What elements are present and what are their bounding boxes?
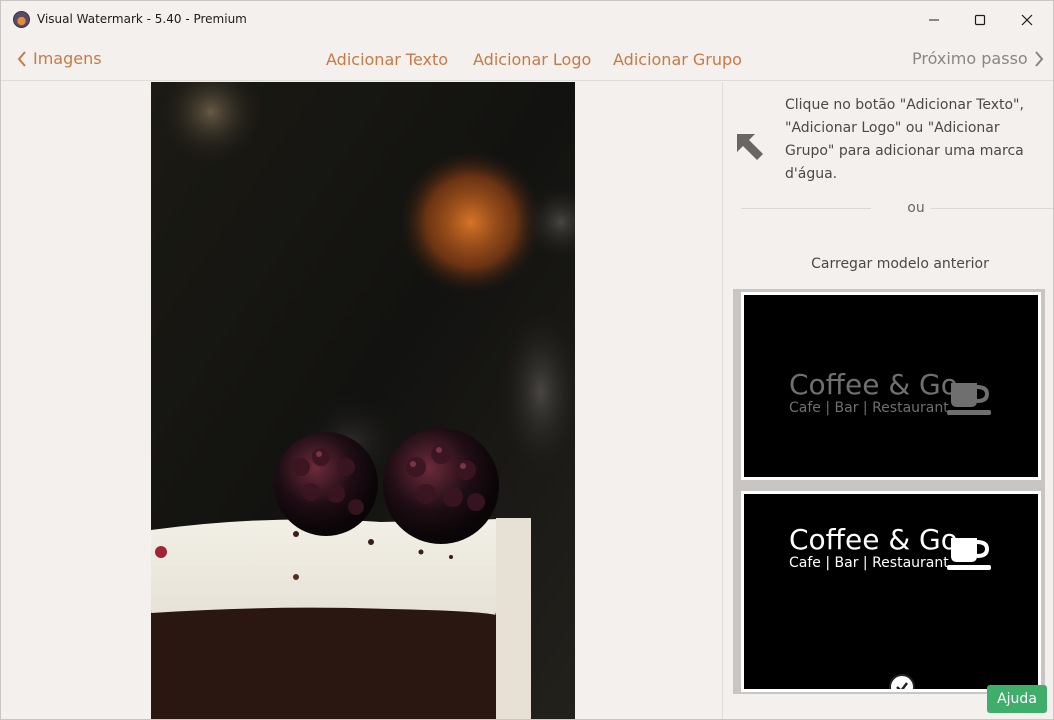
next-step-button[interactable]: Próximo passo — [912, 49, 1044, 68]
close-button[interactable] — [1004, 1, 1050, 39]
selected-check-icon — [889, 674, 915, 689]
template-item-selected[interactable]: Coffee & Go Cafe | Bar | Restaurant — [741, 491, 1041, 692]
app-logo-icon — [13, 11, 30, 28]
add-text-button[interactable]: Adicionar Texto — [326, 50, 448, 69]
back-label: Imagens — [33, 49, 102, 68]
template-subtitle: Cafe | Bar | Restaurant — [789, 400, 949, 416]
cake-photo-image — [151, 82, 575, 719]
coffee-cup-icon — [947, 538, 991, 570]
minimize-icon — [929, 19, 939, 21]
template-list[interactable]: Coffee & Go Cafe | Bar | Restaurant Coff… — [733, 289, 1045, 694]
or-divider: ou — [741, 198, 1053, 218]
template-brand: Coffee & Go — [789, 368, 958, 401]
title-bar: Visual Watermark - 5.40 - Premium — [1, 1, 1053, 39]
back-to-images-link[interactable]: Imagens — [17, 49, 102, 68]
load-template-label: Carregar modelo anterior — [811, 256, 989, 272]
minimize-button[interactable] — [911, 1, 957, 39]
canvas-area[interactable] — [1, 82, 722, 719]
app-window: Visual Watermark - 5.40 - Premium Imagen… — [0, 0, 1054, 720]
arrow-up-left-icon — [733, 130, 767, 168]
chevron-left-icon — [17, 50, 26, 67]
add-group-button[interactable]: Adicionar Grupo — [613, 50, 742, 69]
coffee-cup-icon — [947, 383, 991, 415]
template-item[interactable]: Coffee & Go Cafe | Bar | Restaurant — [741, 292, 1041, 480]
add-logo-button[interactable]: Adicionar Logo — [473, 50, 591, 69]
template-brand: Coffee & Go — [789, 523, 958, 556]
photo-preview[interactable] — [151, 82, 575, 719]
hint-text: Clique no botão "Adicionar Texto", "Adic… — [785, 97, 1024, 182]
help-button[interactable]: Ajuda — [987, 685, 1047, 713]
maximize-icon — [974, 14, 986, 26]
right-panel: Clique no botão "Adicionar Texto", "Adic… — [722, 82, 1053, 719]
window-title: Visual Watermark - 5.40 - Premium — [37, 12, 247, 26]
chevron-right-icon — [1034, 50, 1044, 67]
next-step-label: Próximo passo — [912, 49, 1028, 68]
template-subtitle: Cafe | Bar | Restaurant — [789, 555, 949, 571]
maximize-button[interactable] — [957, 1, 1003, 39]
close-icon — [1021, 14, 1033, 26]
toolbar: Imagens Adicionar Texto Adicionar Logo A… — [1, 39, 1053, 81]
